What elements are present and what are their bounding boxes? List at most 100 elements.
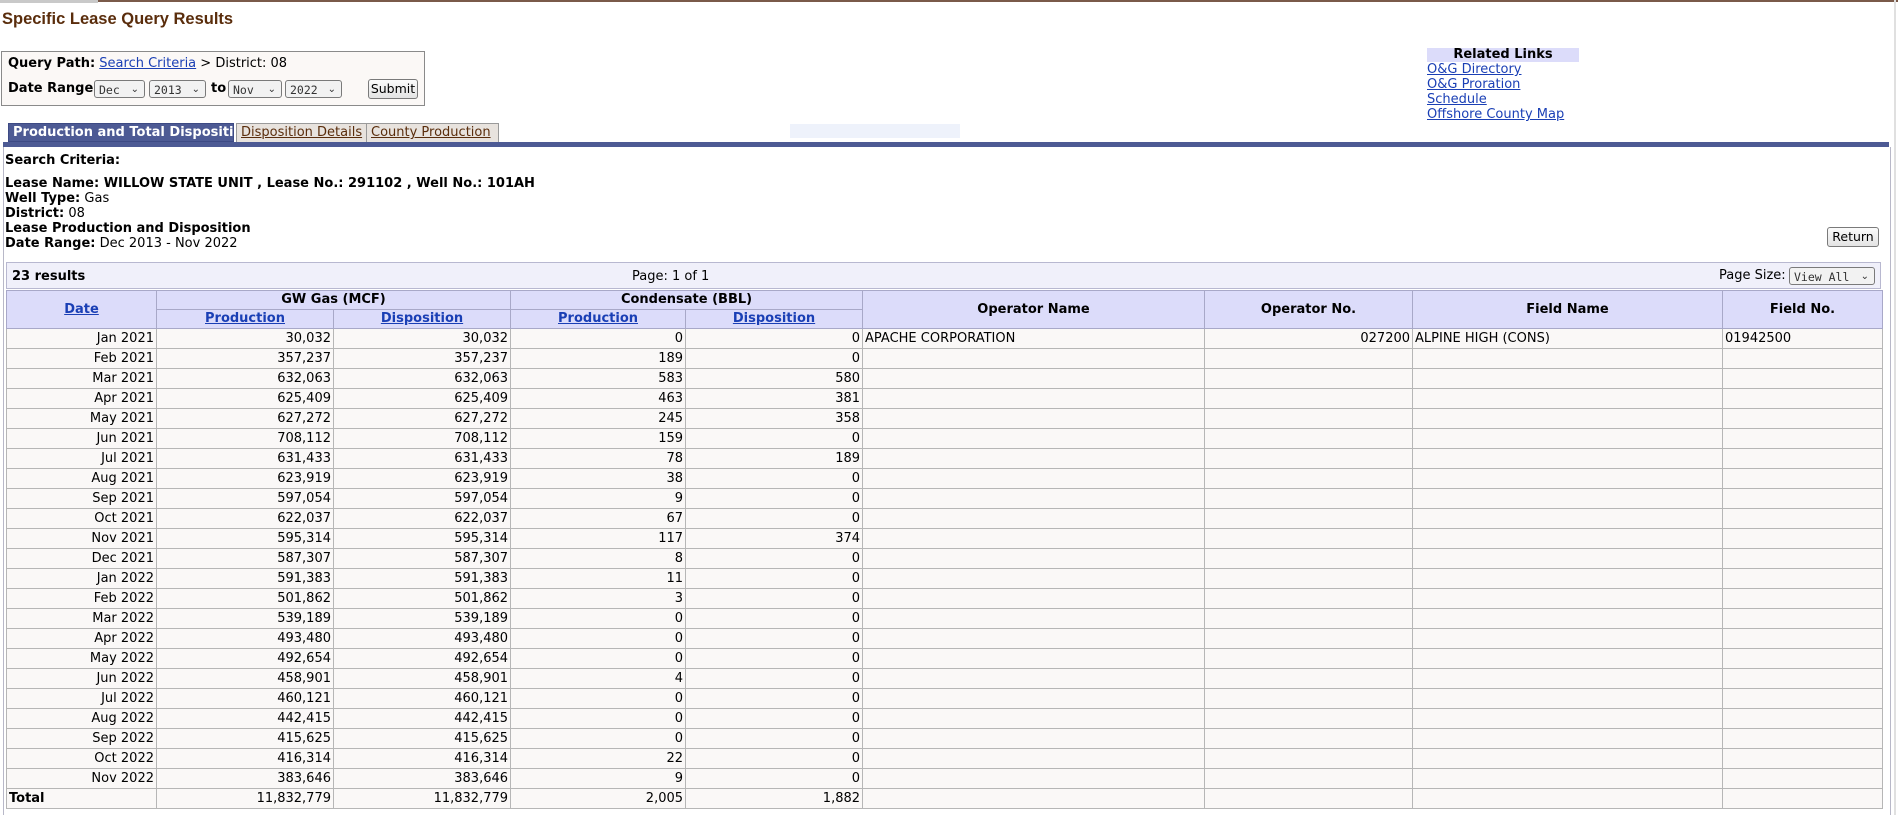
results-count: 23 results (12, 269, 86, 284)
operator-no-cell (1204, 448, 1414, 469)
gas-production-cell: 458,901 (156, 668, 334, 689)
window-top-border (0, 0, 1898, 2)
tab-disposition-details[interactable]: Disposition Details (236, 123, 371, 142)
total-condensate-disposition-cell: 1,882 (685, 788, 864, 809)
condensate-header: Condensate (BBL) (510, 290, 864, 310)
operator-name-cell (862, 608, 1206, 629)
condensate-disposition-cell: 0 (685, 748, 864, 769)
operator-name-cell (862, 388, 1206, 409)
chevron-down-icon: ⌄ (130, 84, 139, 95)
condensate-disposition-header[interactable]: Disposition (685, 309, 864, 329)
table-row: Jul 2021 631,433 631,433 78 189 (6, 448, 1884, 469)
table-row: Apr 2021 625,409 625,409 463 381 (6, 388, 1884, 409)
results-bar: 23 results Page: 1 of 1 Page Size: View … (6, 262, 1881, 289)
operator-name-cell (862, 688, 1206, 709)
operator-no-cell (1204, 708, 1414, 729)
condensate-production-cell: 583 (510, 368, 687, 389)
gas-disposition-cell: 627,272 (332, 408, 512, 429)
condensate-production-cell: 9 (510, 488, 687, 509)
gas-disposition-header[interactable]: Disposition (332, 309, 512, 329)
gas-disposition-cell: 458,901 (332, 668, 512, 689)
date-cell: Mar 2021 (6, 368, 157, 389)
condensate-disposition-cell: 374 (685, 528, 864, 549)
date-range-row: Date Range: (8, 81, 98, 96)
condensate-disposition-sort-link[interactable]: Disposition (733, 311, 815, 326)
gas-production-cell: 587,307 (156, 548, 334, 569)
condensate-disposition-cell: 0 (685, 428, 864, 449)
condensate-production-sort-link[interactable]: Production (558, 311, 638, 326)
tab-county-production[interactable]: County Production (366, 123, 499, 142)
condensate-production-cell: 0 (510, 608, 687, 629)
date-cell: Aug 2021 (6, 468, 157, 489)
scrollbar[interactable] (1894, 0, 1896, 815)
field-no-cell (1722, 448, 1884, 469)
condensate-production-header[interactable]: Production (510, 309, 687, 329)
offshore-county-map-link[interactable]: Offshore County Map (1427, 107, 1579, 122)
gas-disposition-cell: 415,625 (332, 728, 512, 749)
submit-button[interactable]: Submit (368, 79, 418, 99)
gas-disposition-cell: 493,480 (332, 628, 512, 649)
operator-no-cell (1204, 608, 1414, 629)
chevron-down-icon: ⌄ (1860, 271, 1869, 282)
field-name-cell (1412, 348, 1724, 369)
table-row: Jul 2022 460,121 460,121 0 0 (6, 688, 1884, 709)
gw-gas-header: GW Gas (MCF) (155, 290, 512, 310)
condensate-disposition-cell: 0 (685, 668, 864, 689)
condensate-disposition-cell: 358 (685, 408, 864, 429)
gas-production-cell: 625,409 (156, 388, 334, 409)
condensate-production-cell: 22 (510, 748, 687, 769)
gas-disposition-cell: 708,112 (332, 428, 512, 449)
condensate-production-cell: 0 (510, 328, 687, 349)
page-size-label: Page Size: (1719, 268, 1786, 283)
gas-disposition-sort-link[interactable]: Disposition (381, 311, 463, 326)
tab-production-total-disposition[interactable]: Production and Total Disposition (8, 123, 252, 142)
condensate-production-cell: 0 (510, 628, 687, 649)
district-value: 08 (68, 206, 85, 221)
page-size-select[interactable]: View All ⌄ (1789, 267, 1875, 285)
gas-production-cell: 708,112 (156, 428, 334, 449)
date-cell: Nov 2022 (6, 768, 157, 789)
search-criteria-link[interactable]: Search Criteria (99, 56, 196, 71)
gas-disposition-cell: 622,037 (332, 508, 512, 529)
condensate-disposition-cell: 189 (685, 448, 864, 469)
date-sort-link[interactable]: Date (64, 302, 99, 317)
table-row: Apr 2022 493,480 493,480 0 0 (6, 628, 1884, 649)
gas-production-cell: 591,383 (156, 568, 334, 589)
field-name-cell (1412, 548, 1724, 569)
from-year-select[interactable]: 2013 ⌄ (149, 80, 206, 98)
date-header[interactable]: Date (6, 290, 157, 329)
well-type-value: Gas (84, 191, 110, 206)
condensate-disposition-cell: 0 (685, 508, 864, 529)
gas-production-cell: 30,032 (156, 328, 334, 349)
gas-production-cell: 539,189 (156, 608, 334, 629)
to-year-select[interactable]: 2022 ⌄ (285, 80, 342, 98)
operator-name-cell (862, 408, 1206, 429)
operator-no-cell (1204, 408, 1414, 429)
from-month-select[interactable]: Dec ⌄ (94, 80, 145, 98)
gas-disposition-cell: 631,433 (332, 448, 512, 469)
operator-name-cell (862, 628, 1206, 649)
field-name-cell (1412, 408, 1724, 429)
operator-no-cell (1204, 428, 1414, 449)
to-label: to (211, 81, 227, 96)
return-button[interactable]: Return (1827, 227, 1879, 247)
gas-disposition-cell: 442,415 (332, 708, 512, 729)
field-no-cell (1722, 508, 1884, 529)
operator-name-cell (862, 448, 1206, 469)
operator-name-header: Operator Name (862, 290, 1206, 329)
date-cell: Feb 2022 (6, 588, 157, 609)
to-month-select[interactable]: Nov ⌄ (228, 80, 282, 98)
gas-production-header[interactable]: Production (156, 309, 334, 329)
operator-no-cell (1204, 568, 1414, 589)
field-name-cell (1412, 708, 1724, 729)
operator-name-cell: APACHE CORPORATION (862, 328, 1206, 349)
operator-no-cell (1204, 728, 1414, 749)
operator-name-cell (862, 768, 1206, 789)
chevron-down-icon: ⌄ (267, 84, 276, 95)
date-range-label: Date Range: (8, 81, 99, 96)
gas-production-sort-link[interactable]: Production (205, 311, 285, 326)
field-no-cell (1722, 368, 1884, 389)
og-directory-link[interactable]: O&G Directory (1427, 62, 1579, 77)
field-name-cell (1412, 488, 1724, 509)
og-proration-schedule-link[interactable]: O&G Proration Schedule (1427, 77, 1579, 107)
